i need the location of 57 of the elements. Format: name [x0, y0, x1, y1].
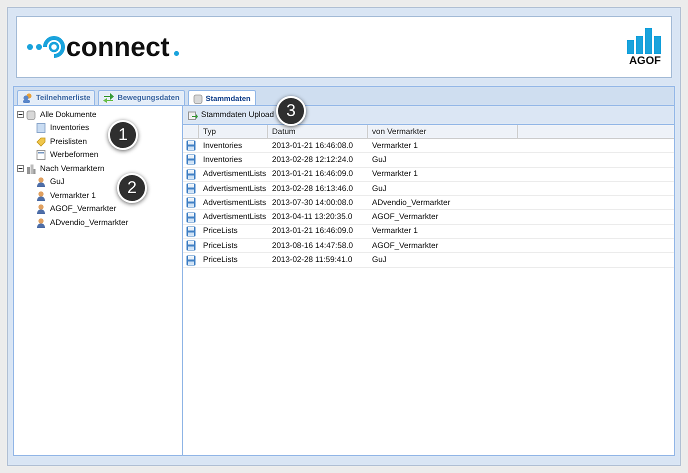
tree-item[interactable]: Nach Vermarktern	[40, 162, 104, 175]
tree-item[interactable]: Alle Dokumente	[40, 108, 96, 121]
collapse-toggle-icon[interactable]	[17, 165, 24, 172]
person-icon	[36, 204, 46, 214]
table-cell-text: GuJ	[371, 182, 388, 195]
table-cell-text: AdvertismentLists	[202, 168, 268, 180]
database-icon	[192, 94, 203, 104]
tree-item[interactable]: ADvendio_Vermarkter	[50, 216, 128, 229]
table-cell-text: PriceLists	[202, 240, 239, 252]
tree-item[interactable]: Vermarkter 1	[50, 190, 96, 202]
table-cell-text: GuJ	[371, 254, 388, 266]
tree-item[interactable]: AGOF_Vermarkter	[50, 203, 116, 216]
person-icon	[36, 218, 46, 228]
table-cell-text: AdvertismentLists	[202, 182, 268, 195]
table-cell-text: Vermarkter 1	[371, 140, 419, 152]
arrows-icon	[103, 93, 114, 103]
table-cell-text: 2013-02-28 11:59:41.0	[271, 254, 354, 266]
form-icon	[36, 150, 46, 160]
tree-item[interactable]: Werbeformen	[50, 149, 98, 162]
table-cell-text: ADvendio_Vermarkter	[371, 196, 452, 209]
tree-item[interactable]: Preislisten	[50, 136, 87, 148]
table-cell-text: PriceLists	[202, 254, 239, 266]
table-cell-text: 2013-07-30 14:00:08.0	[271, 196, 354, 209]
table-cell-text: 2013-04-11 13:20:35.0	[271, 211, 354, 224]
table-cell-text: 2013-02-28 16:13:46.0	[271, 182, 354, 195]
person-icon	[36, 177, 46, 188]
table-cell-text: Vermarkter 1	[371, 225, 419, 238]
table-cell-text: 2013-01-21 16:46:08.0	[271, 140, 354, 152]
column-header[interactable]: Typ	[199, 125, 268, 138]
building-icon	[26, 164, 36, 174]
tree-item[interactable]: GuJ	[50, 176, 65, 188]
upload-icon	[188, 110, 198, 120]
collapse-toggle-icon[interactable]	[17, 111, 24, 118]
bar-chart-icon	[627, 28, 663, 54]
people-icon	[22, 93, 33, 103]
table-cell-text: AdvertismentLists	[202, 196, 268, 209]
logo-text: connect	[66, 34, 170, 60]
upload-button[interactable]: Stammdaten Upload	[186, 109, 276, 121]
table-cell-text: Inventories	[202, 140, 244, 152]
column-header[interactable]: von Vermarkter	[368, 125, 518, 138]
tag-icon	[36, 136, 46, 147]
table-cell-text: AdvertismentLists	[202, 211, 268, 224]
table-cell-text: Inventories	[202, 154, 244, 166]
tree-item[interactable]: Inventories	[50, 122, 90, 134]
table-cell-text: Vermarkter 1	[371, 168, 419, 180]
document-icon	[36, 123, 46, 134]
database-icon	[26, 110, 36, 120]
person-icon	[36, 190, 46, 201]
table-cell-text: 2013-02-28 12:12:24.0	[271, 154, 354, 166]
table-cell-text: GuJ	[371, 154, 388, 166]
table-cell-text: 2013-08-16 14:47:58.0	[271, 240, 354, 252]
table-cell-text: 2013-01-21 16:46:09.0	[271, 168, 354, 180]
table-cell-text: PriceLists	[202, 225, 239, 238]
table-cell-text: AGOF_Vermarkter	[371, 211, 440, 224]
table-cell-text: 2013-01-21 16:46:09.0	[271, 225, 354, 238]
brand-text: AGOF	[629, 56, 661, 66]
table-cell-text: AGOF_Vermarkter	[371, 240, 440, 252]
